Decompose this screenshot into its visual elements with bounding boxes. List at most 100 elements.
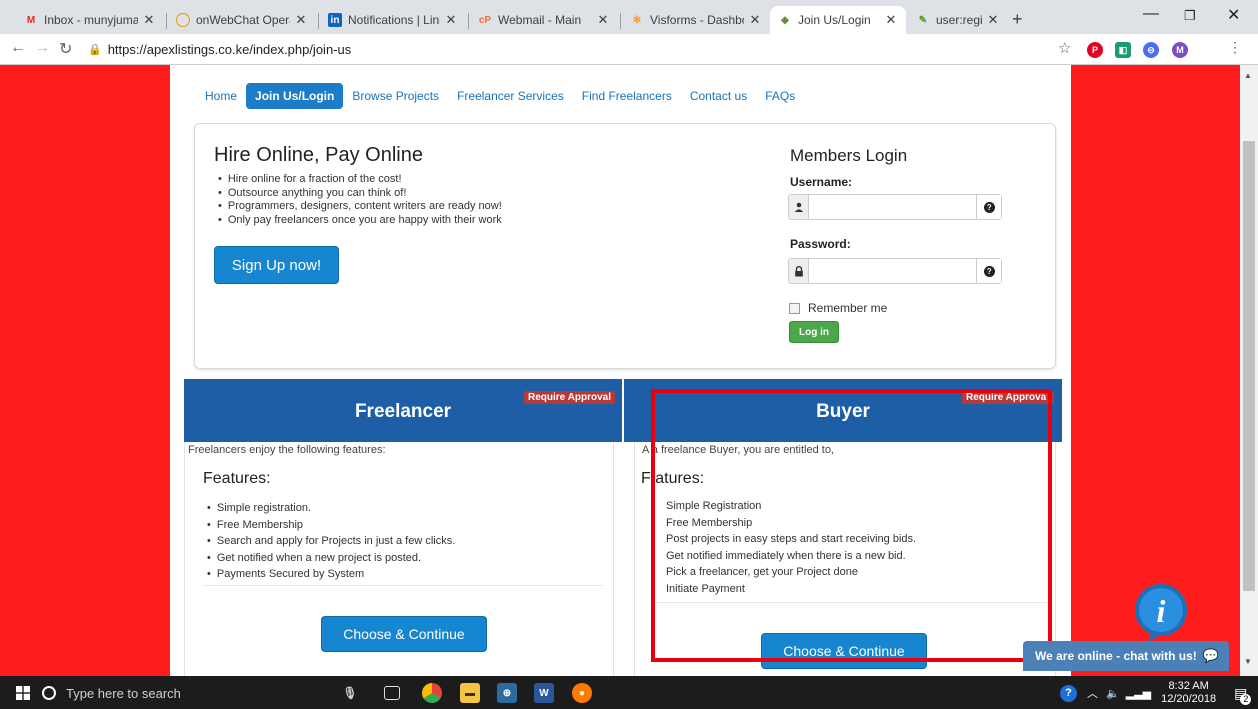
- forward-arrow-icon[interactable]: →: [34, 39, 50, 57]
- sync-extension-icon[interactable]: ⊖: [1143, 42, 1159, 58]
- clock-time: 8:32 AM: [1168, 680, 1209, 692]
- browser-tab-visforms[interactable]: ✱ Visforms - Dashbo ✕: [622, 6, 770, 34]
- freelancer-plan-body: Freelancers enjoy the following features…: [184, 442, 614, 676]
- new-tab-icon[interactable]: +: [1012, 9, 1023, 30]
- remember-me-checkbox[interactable]: [789, 302, 800, 314]
- hero-bullet-list: Hire online for a fraction of the cost! …: [214, 173, 502, 227]
- reload-icon[interactable]: ↻: [59, 39, 72, 59]
- buyer-plan-title: Buyer: [816, 401, 870, 422]
- main-navigation: Home Join Us/Login Browse Projects Freel…: [196, 81, 804, 111]
- status-badge: Require Approva: [962, 391, 1054, 404]
- browser-tab-join-us[interactable]: ◆ Join Us/Login ✕: [770, 6, 906, 34]
- browser-tab-user-registration[interactable]: ✎ user:registration [ ✕: [908, 6, 1008, 34]
- pinterest-icon[interactable]: P: [1087, 42, 1103, 58]
- page-viewport: Home Join Us/Login Browse Projects Freel…: [0, 65, 1240, 676]
- list-item: Simple Registration: [666, 500, 762, 512]
- password-help-button[interactable]: ?: [976, 259, 1001, 283]
- tab-label: Webmail - Main: [498, 13, 582, 27]
- clock-date: 12/20/2018: [1161, 693, 1217, 705]
- onwebchat-icon: [176, 13, 190, 27]
- notifications-icon[interactable]: ▤ 2: [1234, 685, 1252, 705]
- menu-kebab-icon[interactable]: ⋮: [1228, 39, 1242, 56]
- freelancer-choose-continue-button[interactable]: Choose & Continue: [321, 616, 487, 652]
- close-icon[interactable]: ✕: [986, 12, 1000, 28]
- tab-label: Notifications | Link: [348, 13, 440, 27]
- chevron-up-icon[interactable]: ︿: [1087, 685, 1098, 701]
- list-item: Free Membership: [666, 516, 753, 529]
- nav-find-freelancers[interactable]: Find Freelancers: [573, 83, 681, 109]
- file-explorer-icon[interactable]: ▬: [460, 683, 480, 703]
- nav-freelancer-services[interactable]: Freelancer Services: [448, 83, 573, 109]
- nav-contact-us[interactable]: Contact us: [681, 83, 756, 109]
- lock-icon: 🔒: [88, 43, 102, 56]
- list-item: Get notified immediately when there is a…: [666, 549, 906, 562]
- network-app-icon[interactable]: ⊕: [497, 683, 517, 703]
- nav-browse-projects[interactable]: Browse Projects: [343, 83, 448, 109]
- close-icon[interactable]: ✕: [596, 12, 610, 28]
- minimize-icon[interactable]: —: [1143, 5, 1159, 23]
- chat-info-bubble[interactable]: i: [1130, 581, 1192, 643]
- log-in-button[interactable]: Log in: [789, 321, 839, 343]
- network-signal-icon[interactable]: ▂▃▅: [1126, 687, 1151, 700]
- close-icon[interactable]: ✕: [884, 12, 898, 28]
- list-item: Search and apply for Projects in just a …: [203, 533, 455, 550]
- tab-label: Join Us/Login: [798, 13, 871, 27]
- remember-me-label: Remember me: [808, 301, 888, 315]
- buyer-plan-header: Buyer Require Approva: [624, 379, 1062, 442]
- buyer-features-title: F atures:: [641, 470, 705, 487]
- nav-faqs[interactable]: FAQs: [756, 83, 804, 109]
- browser-tab-onwebchat[interactable]: onWebChat Opera ✕: [168, 6, 316, 34]
- nav-join-us-login[interactable]: Join Us/Login: [246, 83, 344, 109]
- back-arrow-icon[interactable]: ←: [10, 39, 26, 57]
- password-input[interactable]: [809, 259, 977, 283]
- chat-bar[interactable]: We are online - chat with us! 💬: [1023, 641, 1229, 671]
- joomla-icon: ✱: [632, 14, 642, 26]
- scrollbar-thumb[interactable]: [1243, 141, 1255, 591]
- word-icon[interactable]: W: [534, 683, 554, 703]
- system-tray: ? ︿ 🔈 ▂▃▅ 8:32 AM 12/20/2018 ▤ 2: [1060, 679, 1252, 707]
- speaker-icon[interactable]: 🔈: [1106, 687, 1120, 700]
- password-label: Password:: [790, 237, 851, 251]
- list-item: Pick a freelancer, get your Project done: [666, 566, 858, 578]
- scroll-up-icon[interactable]: ▲: [1244, 71, 1252, 80]
- nav-home[interactable]: Home: [196, 83, 246, 109]
- scroll-down-icon[interactable]: ▼: [1244, 657, 1252, 666]
- task-view-icon[interactable]: [384, 686, 400, 700]
- avatar[interactable]: M: [1172, 42, 1188, 58]
- question-icon: ?: [983, 265, 995, 277]
- close-icon[interactable]: ✕: [444, 12, 458, 28]
- close-icon[interactable]: ✕: [748, 12, 762, 28]
- firefox-icon[interactable]: ●: [572, 683, 592, 703]
- browser-tab-gmail[interactable]: M Inbox - munyjuma ✕: [16, 6, 164, 34]
- microphone-icon[interactable]: 🎙: [340, 683, 360, 703]
- help-icon[interactable]: ?: [1060, 684, 1077, 702]
- buyer-intro: A a freelance Buyer, you are entitled to…: [642, 444, 835, 456]
- sign-up-button[interactable]: Sign Up now!: [214, 246, 339, 284]
- profile-initial: M: [1176, 45, 1184, 55]
- username-field-group: ?: [788, 194, 1002, 220]
- freelancer-intro: Freelancers enjoy the following features…: [188, 444, 386, 456]
- taskbar-search-input[interactable]: Type here to search: [30, 679, 360, 707]
- restore-icon[interactable]: ❐: [1184, 8, 1196, 24]
- page-scrollbar[interactable]: ▲ ▼: [1240, 65, 1258, 676]
- system-clock[interactable]: 8:32 AM 12/20/2018: [1161, 680, 1216, 706]
- address-bar[interactable]: 🔒 https://apexlistings.co.ke/index.php/j…: [88, 38, 1088, 60]
- buyer-choose-continue-button[interactable]: Choose & Continue: [761, 633, 927, 669]
- browser-tab-webmail[interactable]: cP Webmail - Main ✕: [470, 6, 618, 34]
- chrome-icon[interactable]: [422, 683, 442, 703]
- browser-tab-linkedin[interactable]: in Notifications | Link ✕: [320, 6, 466, 34]
- close-icon[interactable]: ✕: [142, 12, 156, 28]
- hero-title: Hire Online, Pay Online: [214, 144, 423, 166]
- info-glyph: i: [1157, 593, 1166, 629]
- username-input[interactable]: [809, 195, 977, 219]
- bookmark-star-icon[interactable]: ☆: [1058, 39, 1071, 57]
- extension-icon[interactable]: ◧: [1115, 42, 1131, 58]
- divider: [653, 602, 1053, 603]
- freelancer-plan-header: Freelancer Require Approval: [184, 379, 622, 442]
- list-item: Outsource anything you can think of!: [214, 187, 502, 201]
- close-icon[interactable]: ✕: [294, 12, 308, 28]
- username-help-button[interactable]: ?: [976, 195, 1001, 219]
- window-close-icon[interactable]: ✕: [1227, 5, 1240, 25]
- windows-start-icon[interactable]: [16, 686, 30, 700]
- tab-label: Inbox - munyjuma: [44, 13, 138, 27]
